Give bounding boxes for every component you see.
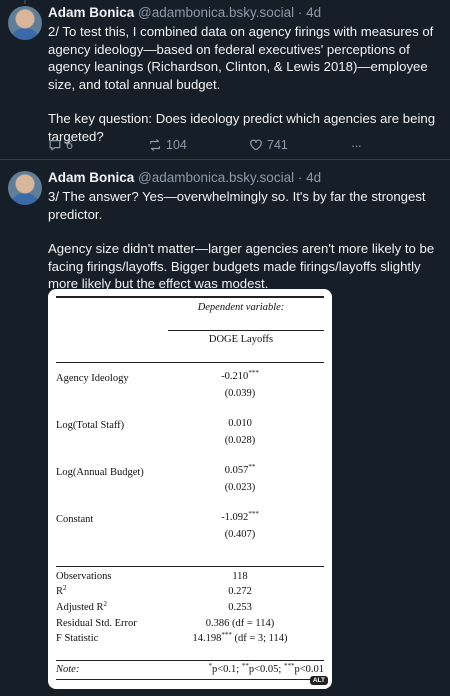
coef-label: Constant [56, 514, 94, 525]
significance-stars: *** [283, 662, 295, 670]
table-rule [56, 362, 324, 363]
significance-stars: ** [241, 662, 249, 670]
table-rule [168, 330, 324, 331]
reply-icon [49, 140, 61, 151]
post-3-of-thread[interactable]: Adam Bonica @adambonica.bsky.social · 4d… [0, 160, 450, 696]
std-error: (0.407) [224, 529, 256, 540]
coef-value: 0.010 [228, 418, 252, 429]
significance-stars: * [208, 662, 213, 670]
reply-button[interactable]: 6 [48, 138, 73, 152]
post-header: Adam Bonica @adambonica.bsky.social · 4d [48, 170, 321, 185]
coef-label: Agency Ideology [56, 373, 129, 384]
like-icon [250, 139, 262, 151]
stat-value: 14.198*** (df = 3; 114) [192, 631, 288, 645]
more-options-button[interactable]: ··· [351, 138, 362, 153]
separator: · [297, 170, 303, 185]
post-time[interactable]: 4d [306, 5, 321, 20]
avatar[interactable] [8, 6, 42, 40]
significance-stars: *** [248, 369, 259, 377]
post-paragraph: Agency size didn't matter—larger agencie… [48, 241, 435, 291]
table-rule [56, 660, 324, 661]
repost-icon [150, 139, 160, 151]
separator: · [297, 5, 303, 20]
significance-stars: ** [248, 463, 256, 471]
stat-value: 0.272 [228, 586, 252, 597]
author-name[interactable]: Adam Bonica [48, 5, 134, 20]
stat-label: F Statistic [56, 633, 99, 644]
stat-value: 118 [232, 571, 248, 582]
post-paragraph: 3/ The answer? Yes—overwhelmingly so. It… [48, 189, 426, 222]
post-text: 2/ To test this, I combined data on agen… [48, 23, 444, 145]
stat-label: Observations [56, 571, 112, 582]
table-rule [56, 679, 324, 680]
post-header: Adam Bonica @adambonica.bsky.social · 4d [48, 5, 321, 20]
coef-label: Log(Annual Budget) [56, 467, 144, 478]
author-name[interactable]: Adam Bonica [48, 170, 134, 185]
post-actions: 6 104 741 ··· [48, 138, 378, 154]
coef-value: -0.210*** [221, 369, 259, 383]
note-label: Note: [56, 664, 80, 675]
post-time[interactable]: 4d [306, 170, 321, 185]
repost-button[interactable]: 104 [148, 138, 187, 152]
stat-value: 0.386 (df = 114) [205, 618, 275, 629]
like-button[interactable]: 741 [249, 138, 288, 152]
post-paragraph: 2/ To test this, I combined data on agen… [48, 24, 434, 92]
author-handle[interactable]: @adambonica.bsky.social [138, 5, 294, 20]
dep-var-name: DOGE Layoffs [208, 334, 274, 345]
regression-table-image[interactable]: Dependent variable: DOGE Layoffs Agency … [48, 289, 332, 689]
stat-label: Adjusted R2 [56, 600, 108, 614]
like-count: 741 [267, 138, 288, 152]
table-rule [56, 566, 324, 567]
note-text: *p<0.1; **p<0.05; ***p<0.01 [208, 662, 324, 676]
reply-count: 6 [66, 138, 73, 152]
alt-text-badge[interactable]: ALT [309, 676, 328, 685]
significance-stars: *** [221, 631, 232, 639]
post-2-of-thread[interactable]: Adam Bonica @adambonica.bsky.social · 4d… [0, 0, 450, 160]
avatar[interactable] [8, 171, 42, 205]
coef-value: 0.057** [224, 463, 256, 477]
stat-label: Residual Std. Error [56, 618, 137, 629]
coef-value: -1.092*** [221, 510, 259, 524]
significance-stars: *** [248, 510, 259, 518]
dep-var-label: Dependent variable: [197, 302, 285, 313]
post-text: 3/ The answer? Yes—overwhelmingly so. It… [48, 188, 444, 293]
stat-value: 0.253 [228, 602, 252, 613]
superscript: 2 [63, 584, 67, 592]
std-error: (0.023) [224, 482, 256, 493]
stat-label: R2 [56, 584, 67, 598]
author-handle[interactable]: @adambonica.bsky.social [138, 170, 294, 185]
coef-label: Log(Total Staff) [56, 420, 125, 431]
superscript: 2 [103, 600, 108, 608]
repost-count: 104 [166, 138, 187, 152]
table-rule [56, 296, 324, 298]
std-error: (0.039) [224, 388, 256, 399]
std-error: (0.028) [224, 435, 256, 446]
more-icon: ··· [351, 138, 362, 153]
thread-line [24, 0, 26, 4]
